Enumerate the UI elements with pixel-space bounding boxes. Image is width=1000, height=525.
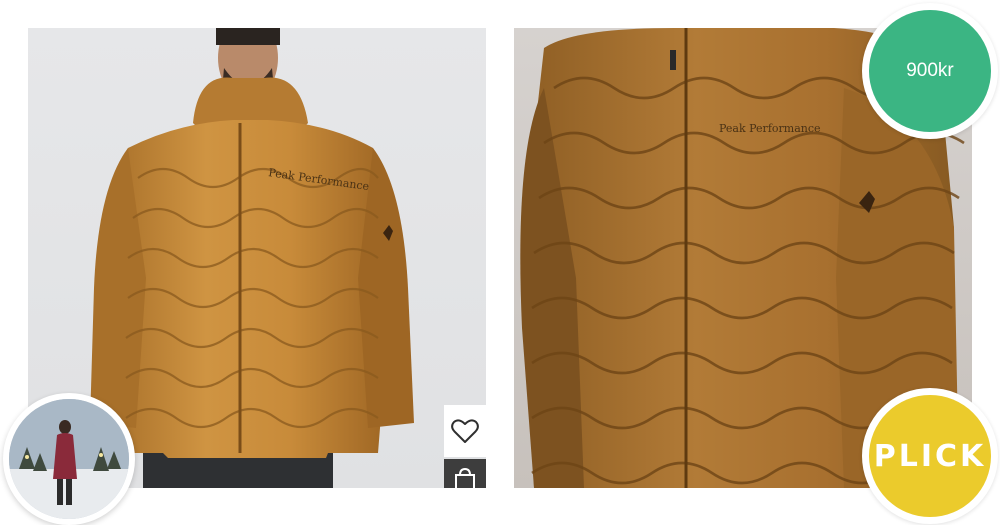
seller-avatar-photo: [9, 399, 129, 519]
plick-button[interactable]: PLICK: [862, 388, 998, 524]
price-badge: 900kr: [862, 3, 998, 139]
plick-button-label: PLICK: [869, 395, 991, 517]
seller-avatar[interactable]: [3, 393, 135, 525]
listing-view: Peak Performance Peak Performance 900kr …: [0, 0, 1000, 525]
add-to-bag-button[interactable]: [444, 459, 486, 489]
shopping-bag-icon: [455, 467, 475, 489]
closeup-brand-label: Peak Performance: [719, 122, 821, 135]
heart-icon: [451, 419, 479, 443]
wishlist-button[interactable]: [444, 405, 486, 457]
price-label: 900kr: [869, 10, 991, 132]
